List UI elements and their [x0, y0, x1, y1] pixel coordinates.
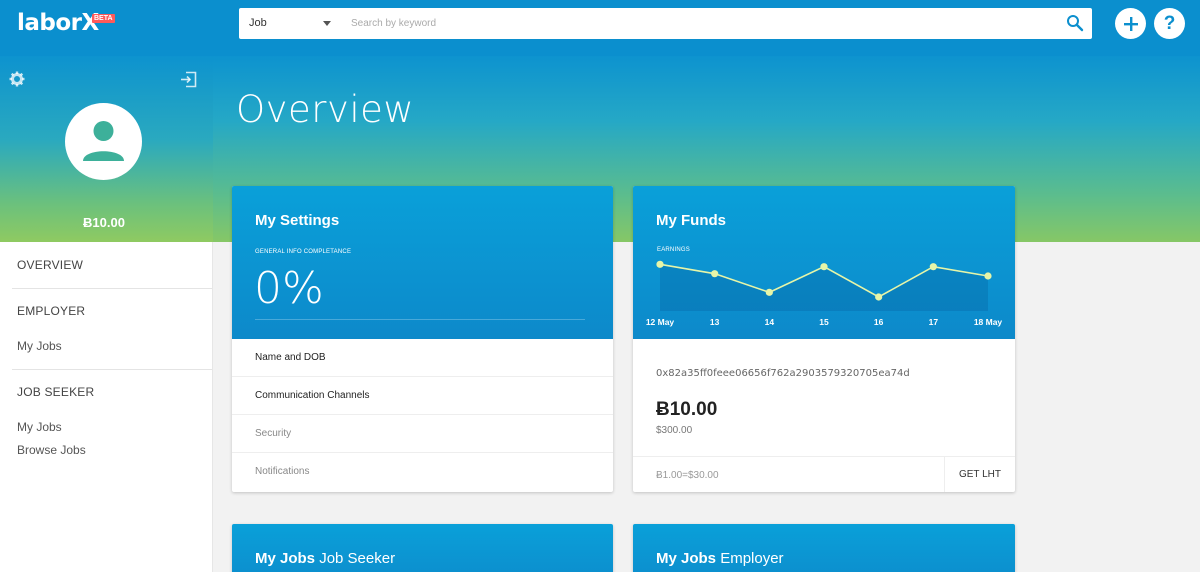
funds-amount: Ƀ10.00 — [656, 399, 718, 420]
funds-card-header: My Funds EARNINGS 12 May 13 14 15 16 17 18 May — [633, 186, 1015, 339]
earnings-chart: 12 May 13 14 15 16 17 18 May — [646, 260, 1003, 327]
settings-row-label: Notifications — [255, 466, 310, 477]
completion-bar — [255, 319, 585, 320]
settings-row-label: Name and DOB — [255, 352, 326, 363]
chart-area — [660, 264, 988, 311]
beta-badge: BETA — [92, 14, 115, 23]
search-icon[interactable] — [1066, 14, 1084, 32]
chart-x-tick-label: 15 — [819, 317, 829, 327]
jobs-employer-card: My Jobs Employer — [633, 524, 1015, 572]
completion-value: 0% — [254, 263, 324, 314]
funds-card-title: My Funds — [656, 212, 726, 229]
logo[interactable]: laborX — [17, 10, 99, 36]
jobs-seeker-card-header: My Jobs Job Seeker — [232, 524, 613, 572]
search-input[interactable] — [351, 8, 1051, 39]
sidebar-nav: OVERVIEW EMPLOYER My Jobs JOB SEEKER My … — [0, 242, 213, 572]
chart-point[interactable] — [984, 272, 992, 280]
settings-row-notifications[interactable]: Notifications — [232, 453, 613, 491]
sidebar-section-job-seeker: JOB SEEKER — [17, 385, 95, 399]
settings-card-header: My Settings GENERAL INFO COMPLETANCE 0% — [232, 186, 613, 339]
chart-point[interactable] — [656, 260, 664, 268]
help-button[interactable]: ? — [1154, 8, 1185, 39]
chart-x-tick-label: 13 — [710, 317, 720, 327]
settings-card-title: My Settings — [255, 212, 340, 229]
search-bar: Job — [239, 8, 1092, 39]
chart-x-tick-label: 18 May — [974, 317, 1003, 327]
sidebar-item-seeker-my-jobs[interactable]: My Jobs — [17, 420, 62, 434]
chart-point[interactable] — [820, 263, 828, 271]
user-icon — [83, 121, 124, 161]
search-category-value: Job — [249, 17, 267, 29]
settings-row-security[interactable]: Security — [232, 415, 613, 453]
top-bar: laborX BETA Job ? — [0, 0, 1200, 56]
question-icon: ? — [1163, 12, 1176, 34]
jobs-employer-card-title: My Jobs Employer — [656, 550, 784, 567]
jobs-employer-card-header: My Jobs Employer — [633, 524, 1015, 572]
chart-x-tick-label: 14 — [765, 317, 775, 327]
settings-row-communication[interactable]: Communication Channels — [232, 377, 613, 415]
card-title-bold: My Jobs — [656, 550, 717, 567]
search-category-select[interactable]: Job — [239, 8, 339, 39]
chart-x-tick-label: 16 — [874, 317, 884, 327]
settings-card: My Settings GENERAL INFO COMPLETANCE 0% … — [232, 186, 613, 492]
page-title: Overview — [236, 88, 415, 131]
funds-card: My Funds EARNINGS 12 May 13 14 15 16 17 18 May… — [633, 186, 1015, 492]
chart-x-tick-label: 12 May — [646, 317, 675, 327]
chart-point[interactable] — [765, 288, 773, 296]
plus-icon — [1123, 16, 1138, 31]
jobs-seeker-card-title: My Jobs Job Seeker — [255, 550, 395, 567]
chart-point[interactable] — [929, 263, 937, 271]
funds-usd: $300.00 — [656, 425, 693, 436]
completion-label: GENERAL INFO COMPLETANCE — [255, 249, 352, 255]
card-title-bold: My Jobs — [255, 550, 316, 567]
logout-icon[interactable] — [180, 71, 197, 88]
wallet-address[interactable]: 0x82a35ff0feee06656f762a2903579320705ea7… — [656, 368, 910, 379]
card-title-light: Job Seeker — [319, 550, 396, 567]
jobs-seeker-card: My Jobs Job Seeker — [232, 524, 613, 572]
sidebar-item-overview[interactable]: OVERVIEW — [17, 258, 83, 272]
chart-point[interactable] — [711, 270, 719, 278]
get-lht-button[interactable]: GET LHT — [944, 457, 1015, 492]
funds-footer: Ƀ1.00=$30.00 GET LHT — [633, 456, 1015, 492]
divider — [12, 369, 212, 370]
chart-x-tick-label: 17 — [929, 317, 939, 327]
chart-point[interactable] — [875, 293, 883, 301]
sidebar-profile: Ƀ10.00 — [0, 56, 213, 242]
sidebar-item-browse-jobs[interactable]: Browse Jobs — [17, 443, 86, 457]
settings-row-name-dob[interactable]: Name and DOB — [232, 339, 613, 377]
settings-row-label: Security — [255, 428, 292, 439]
profile-balance: Ƀ10.00 — [83, 215, 125, 230]
sidebar-item-employer-my-jobs[interactable]: My Jobs — [17, 339, 62, 353]
avatar[interactable] — [65, 103, 142, 180]
chevron-down-icon — [323, 21, 331, 26]
exchange-rate: Ƀ1.00=$30.00 — [656, 470, 719, 481]
gear-icon[interactable] — [9, 71, 25, 87]
settings-row-label: Communication Channels — [255, 390, 370, 401]
sidebar-section-employer: EMPLOYER — [17, 304, 86, 318]
divider — [12, 288, 212, 289]
add-button[interactable] — [1115, 8, 1146, 39]
card-title-light: Employer — [720, 550, 784, 567]
